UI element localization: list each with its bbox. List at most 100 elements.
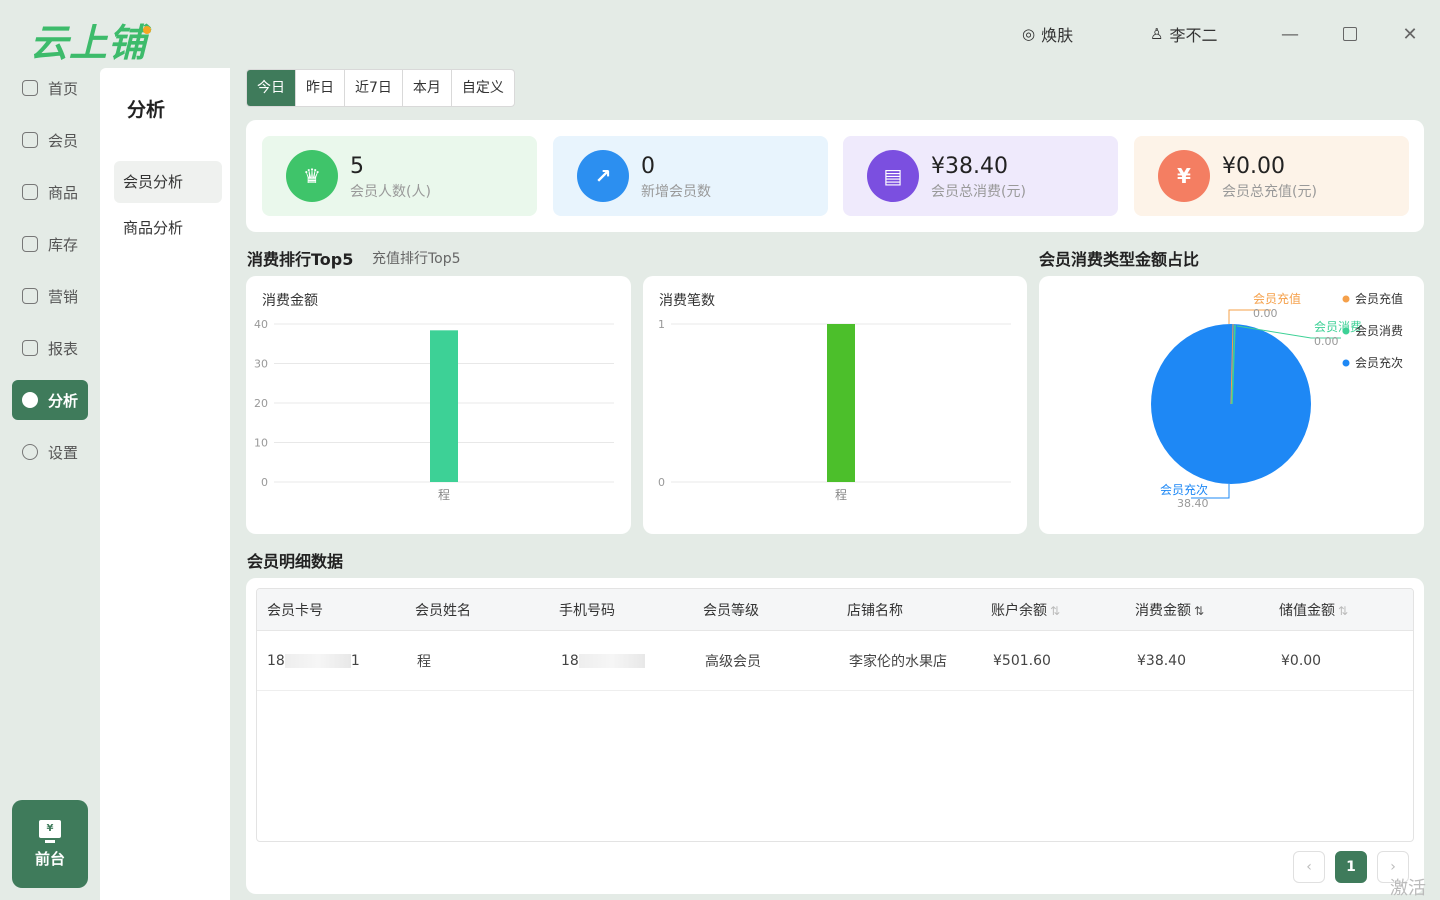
pie-chart-icon [22, 392, 38, 408]
bar-chart-svg: 0 1 程 [658, 318, 1011, 502]
nav-item-member[interactable]: 会员 [12, 120, 88, 160]
callout-value: 0.00 [1314, 335, 1339, 348]
nav-item-report[interactable]: 报表 [12, 328, 88, 368]
bar [430, 330, 458, 482]
nav-item-marketing[interactable]: 营销 [12, 276, 88, 316]
tab-last-7-days[interactable]: 近7日 [345, 70, 403, 106]
detail-title: 会员明细数据 [247, 552, 344, 571]
callout-label: 会员充次 [1160, 482, 1208, 497]
nav-item-stock[interactable]: 库存 [12, 224, 88, 264]
y-tick-label: 40 [254, 318, 268, 331]
date-range-tabs: 今日 昨日 近7日 本月 自定义 [246, 69, 515, 107]
maximize-button[interactable] [1336, 20, 1364, 48]
sort-icon: ⇅ [1050, 603, 1061, 618]
subnav-item-goods-analysis[interactable]: 商品分析 [114, 207, 222, 249]
maximize-icon [1343, 27, 1357, 41]
stat-value: 0 [641, 154, 655, 179]
stat-card-new-members: ↗ 0 新增会员数 [553, 136, 828, 216]
col-store: 店铺名称 [847, 602, 903, 619]
legend-marker [1342, 359, 1350, 367]
cell-name: 程 [417, 653, 431, 670]
redacted-mask [578, 653, 645, 668]
y-tick-label: 20 [254, 397, 268, 410]
pie-section-title: 会员消费类型金额占比 [1039, 250, 1200, 269]
cell-stored: ¥0.00 [1281, 652, 1322, 669]
callout-label: 会员充值 [1253, 291, 1301, 306]
y-tick-label: 10 [254, 437, 268, 450]
receipt-icon: ▤ [867, 150, 919, 202]
tab-custom[interactable]: 自定义 [452, 70, 514, 106]
palette-icon: ◎ [1022, 25, 1036, 43]
y-tick-label: 0 [658, 476, 665, 489]
frontdesk-button[interactable]: ¥ 前台 [12, 800, 88, 888]
user-menu[interactable]: ♙ 李不二 [1150, 22, 1217, 46]
subnav-title: 分析 [127, 99, 166, 121]
sub-nav: 分析 会员分析 商品分析 [100, 68, 230, 900]
member-detail-table: 会员卡号 会员姓名 手机号码 会员等级 店铺名称 账户余额 ⇅ 消费金额 ⇅ 储值金… [256, 588, 1414, 842]
y-tick-label: 30 [254, 358, 268, 371]
cashier-screen-icon: ¥ [39, 819, 61, 843]
skin-button[interactable]: ◎ 焕肤 [1022, 22, 1073, 46]
app-logo: 云上铺 [30, 12, 155, 67]
y-tick-label: 0 [261, 476, 268, 489]
stats-panel: ♛ 5 会员人数(人) ↗ 0 新增会员数 ▤ ¥38.40 会员总消费(元) … [246, 120, 1424, 232]
page-button-current[interactable]: 1 [1335, 851, 1367, 883]
sort-icon: ⇅ [1338, 603, 1349, 618]
bag-icon [22, 184, 38, 200]
stat-label: 会员总充值(元) [1222, 184, 1317, 200]
callout-value: 0.00 [1253, 307, 1278, 320]
minimize-button[interactable]: — [1276, 20, 1304, 48]
tab-this-month[interactable]: 本月 [403, 70, 452, 106]
callout-value: 38.40 [1177, 497, 1209, 510]
col-phone: 手机号码 [559, 602, 615, 619]
col-level: 会员等级 [703, 602, 759, 619]
tab-yesterday[interactable]: 昨日 [296, 70, 345, 106]
cell-spend: ¥38.40 [1137, 652, 1186, 669]
report-icon [22, 340, 38, 356]
nav-item-goods[interactable]: 商品 [12, 172, 88, 212]
tab-today[interactable]: 今日 [247, 70, 296, 106]
ranking-tab-spend[interactable]: 消费排行Top5 [247, 246, 353, 270]
yen-down-icon: ¥ [1158, 150, 1210, 202]
nav-item-analysis[interactable]: 分析 [12, 380, 88, 420]
col-balance[interactable]: 账户余额 ⇅ [991, 600, 1060, 620]
y-tick-label: 1 [658, 318, 665, 331]
stat-label: 会员总消费(元) [931, 184, 1026, 200]
col-stored[interactable]: 储值金额 ⇅ [1279, 600, 1348, 620]
minimize-icon: — [1281, 23, 1299, 45]
activation-watermark: 激活 [1390, 878, 1426, 899]
main-nav: 首页 会员 商品 库存 营销 报表 分析 设置 [12, 68, 88, 484]
cell-level: 高级会员 [705, 653, 761, 670]
chevron-left-icon: ‹ [1306, 859, 1312, 875]
close-icon: ✕ [1402, 23, 1418, 45]
nav-item-settings[interactable]: 设置 [12, 432, 88, 472]
table-row[interactable]: 18 1 程 18 高级会员 李家伦的水果店 ¥501.60 ¥38.40 ¥0.… [257, 631, 1413, 691]
stat-value: 5 [350, 154, 364, 179]
chart-spend-amount: 消费金额 0 10 20 30 40 程 [246, 276, 631, 534]
cell-store: 李家伦的水果店 [849, 653, 947, 670]
stat-card-total-spend: ▤ ¥38.40 会员总消费(元) [843, 136, 1118, 216]
chart-spend-count: 消费笔数 01程 [643, 276, 1027, 534]
col-spend[interactable]: 消费金额 ⇅ [1135, 600, 1204, 620]
stat-value: ¥0.00 [1222, 154, 1285, 179]
close-button[interactable]: ✕ [1396, 20, 1424, 48]
stat-card-members: ♛ 5 会员人数(人) [262, 136, 537, 216]
col-card-no: 会员卡号 [267, 602, 323, 619]
ranking-tab-recharge[interactable]: 充值排行Top5 [372, 248, 461, 268]
redacted-mask [284, 653, 351, 668]
cell-balance: ¥501.60 [993, 652, 1051, 669]
prev-page-button[interactable]: ‹ [1293, 851, 1325, 883]
user-icon: ♙ [1150, 25, 1164, 43]
member-detail-panel: 会员卡号 会员姓名 手机号码 会员等级 店铺名称 账户余额 ⇅ 消费金额 ⇅ 储值金… [246, 578, 1424, 894]
legend-marker [1342, 327, 1350, 335]
chevron-right-icon: › [1390, 859, 1396, 875]
bar [827, 324, 855, 482]
sort-icon: ⇅ [1194, 603, 1205, 618]
subnav-item-member-analysis[interactable]: 会员分析 [114, 161, 222, 203]
nav-item-home[interactable]: 首页 [12, 68, 88, 108]
legend-label: 会员充次 [1355, 355, 1403, 370]
stat-value: ¥38.40 [931, 154, 1008, 179]
chart-consumption-type: 会员充值 0.00 会员消费 0.00 会员充次 38.40 会员充值 会员消费 会员充次 [1039, 276, 1424, 534]
home-icon [22, 80, 38, 96]
stat-label: 新增会员数 [641, 184, 711, 200]
